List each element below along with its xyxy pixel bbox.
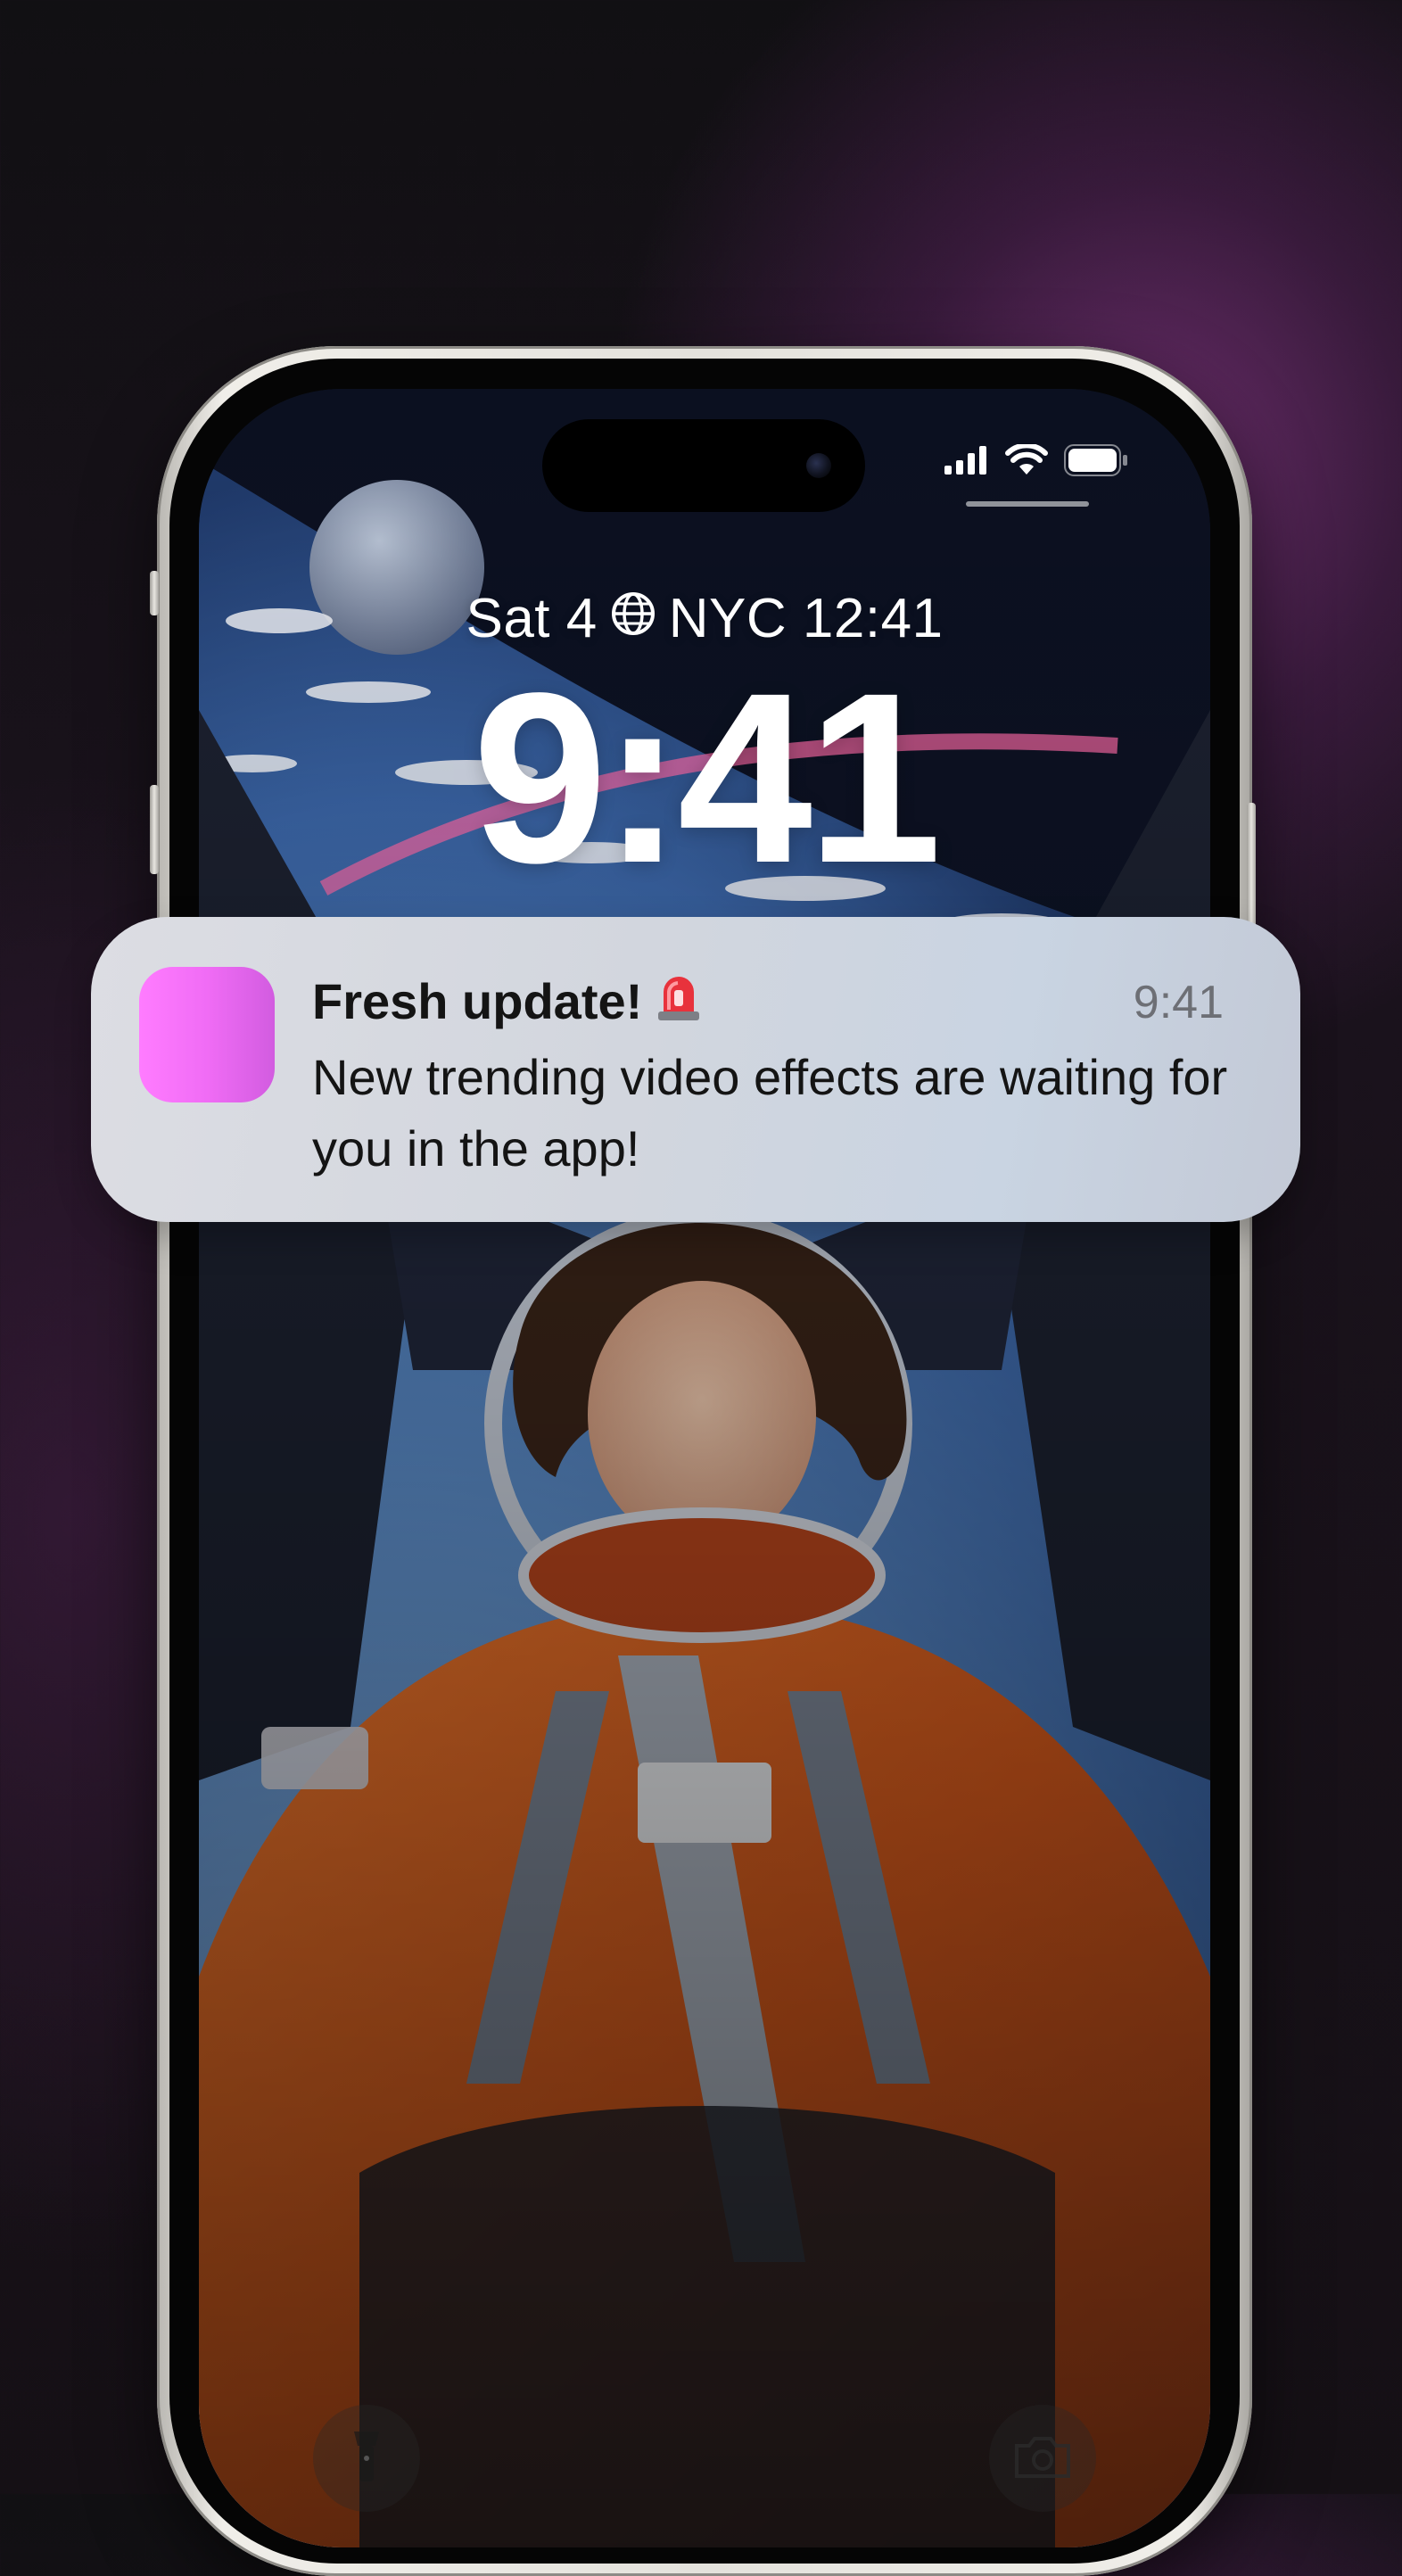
notification-title-row: Fresh update! [312,970,701,1032]
siren-emoji-icon [656,970,701,1032]
cellular-signal-icon [944,446,989,479]
lock-screen-date: Sat 4 NYC 12:41 [199,587,1210,650]
lock-screen-clock: 9:41 [472,642,942,913]
volume-up-button [150,785,159,874]
front-camera-icon [806,453,831,478]
lock-screen: Sat 4 NYC 12:41 9:41 [199,389,1210,2547]
dynamic-island [542,419,865,512]
camera-button[interactable] [989,2405,1096,2512]
notification-banner[interactable]: Fresh update! 9:41 New trending video ef… [91,917,1300,1222]
wifi-icon [1005,442,1048,481]
status-icons [944,442,1128,481]
notification-title: Fresh update! [312,973,643,1029]
flashlight-icon [350,2428,383,2489]
globe-icon [610,587,656,650]
app-icon [139,967,275,1102]
notification-body: New trending video effects are waiting f… [312,1049,1228,1177]
world-clock-text: NYC 12:41 [668,588,944,649]
flashlight-button[interactable] [313,2405,420,2512]
action-button [150,571,159,615]
notification-time: 9:41 [1133,977,1224,1028]
date-text: Sat 4 [466,588,598,649]
status-underline [966,501,1089,507]
battery-icon [1064,444,1128,481]
camera-icon [1013,2433,1072,2484]
